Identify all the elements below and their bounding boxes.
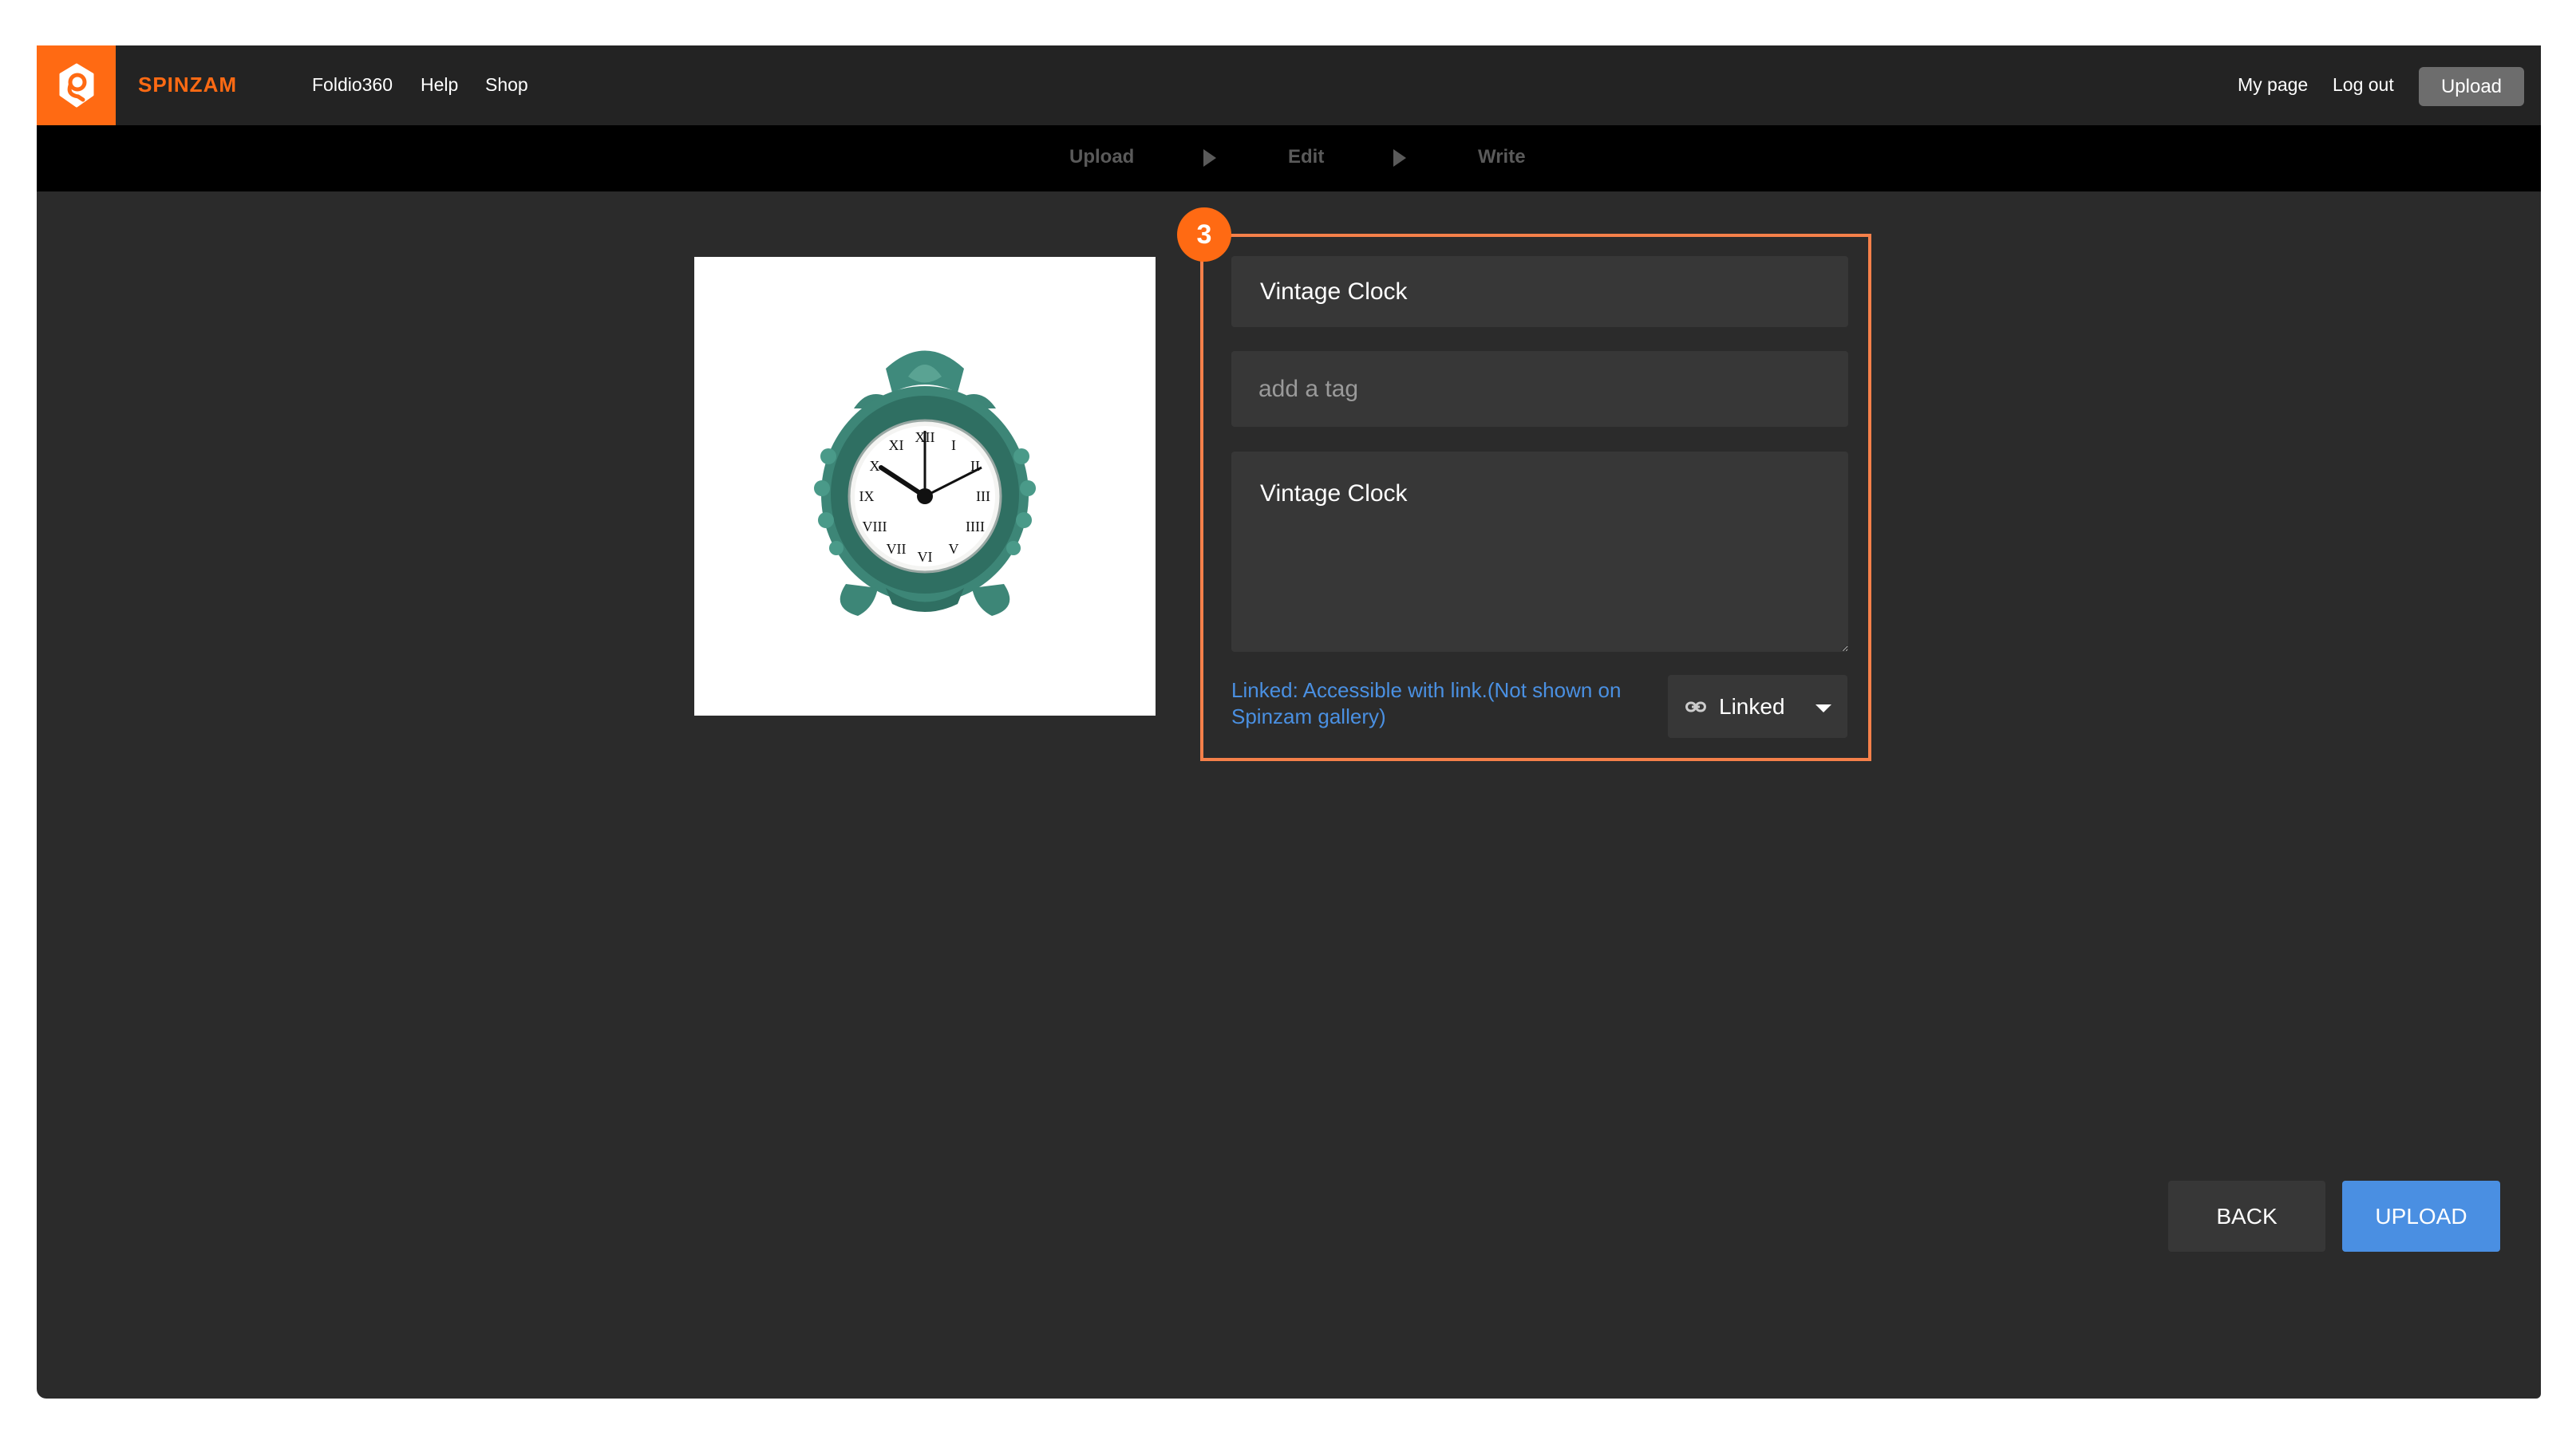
- description-textarea[interactable]: Vintage Clock: [1231, 452, 1848, 652]
- visibility-selected-value: Linked: [1719, 693, 1785, 719]
- svg-text:XI: XI: [889, 437, 904, 453]
- header-upload-button[interactable]: Upload: [2419, 67, 2524, 106]
- svg-text:IIII: IIII: [966, 519, 985, 535]
- log-out-link[interactable]: Log out: [2333, 74, 2394, 96]
- visibility-select[interactable]: Linked: [1668, 675, 1847, 738]
- svg-text:VIII: VIII: [863, 519, 887, 535]
- svg-text:IX: IX: [859, 488, 875, 504]
- svg-text:III: III: [976, 488, 990, 504]
- back-button[interactable]: BACK: [2168, 1181, 2325, 1252]
- spinzam-logo-icon[interactable]: [37, 45, 116, 125]
- svg-text:I: I: [951, 437, 956, 453]
- upload-steps: Upload Edit Write: [37, 125, 2541, 191]
- brand-name[interactable]: SPINZAM: [138, 73, 237, 97]
- play-triangle-icon: [1203, 149, 1216, 167]
- title-input[interactable]: [1231, 256, 1848, 327]
- nav-help[interactable]: Help: [421, 74, 458, 96]
- upload-button[interactable]: UPLOAD: [2342, 1181, 2500, 1252]
- visibility-description: Linked: Accessible with link.(Not shown …: [1231, 678, 1622, 728]
- svg-text:X: X: [870, 458, 880, 474]
- step-number-badge: 3: [1177, 207, 1231, 262]
- step-edit: Edit: [1288, 146, 1325, 168]
- link-icon: [1685, 701, 1706, 712]
- nav-foldio360[interactable]: Foldio360: [312, 74, 393, 96]
- tag-input[interactable]: [1231, 351, 1848, 427]
- svg-text:VI: VI: [918, 549, 933, 565]
- play-triangle-icon: [1393, 149, 1406, 167]
- nav-shop[interactable]: Shop: [485, 74, 528, 96]
- clock-image: XIIIII IIIIIIIV VIVIIVIII IXXXI: [814, 350, 1036, 616]
- step-upload: Upload: [1069, 146, 1135, 168]
- svg-text:V: V: [949, 541, 959, 557]
- top-navbar: SPINZAM Foldio360 Help Shop My page Log …: [37, 45, 2541, 125]
- chevron-down-icon: [1815, 704, 1831, 712]
- my-page-link[interactable]: My page: [2238, 74, 2308, 96]
- product-preview-image: XIIIII IIIIIIIV VIVIIVIII IXXXI: [694, 257, 1156, 716]
- svg-text:VII: VII: [887, 541, 907, 557]
- app-window: SPINZAM Foldio360 Help Shop My page Log …: [37, 45, 2541, 1399]
- step-write: Write: [1478, 146, 1526, 168]
